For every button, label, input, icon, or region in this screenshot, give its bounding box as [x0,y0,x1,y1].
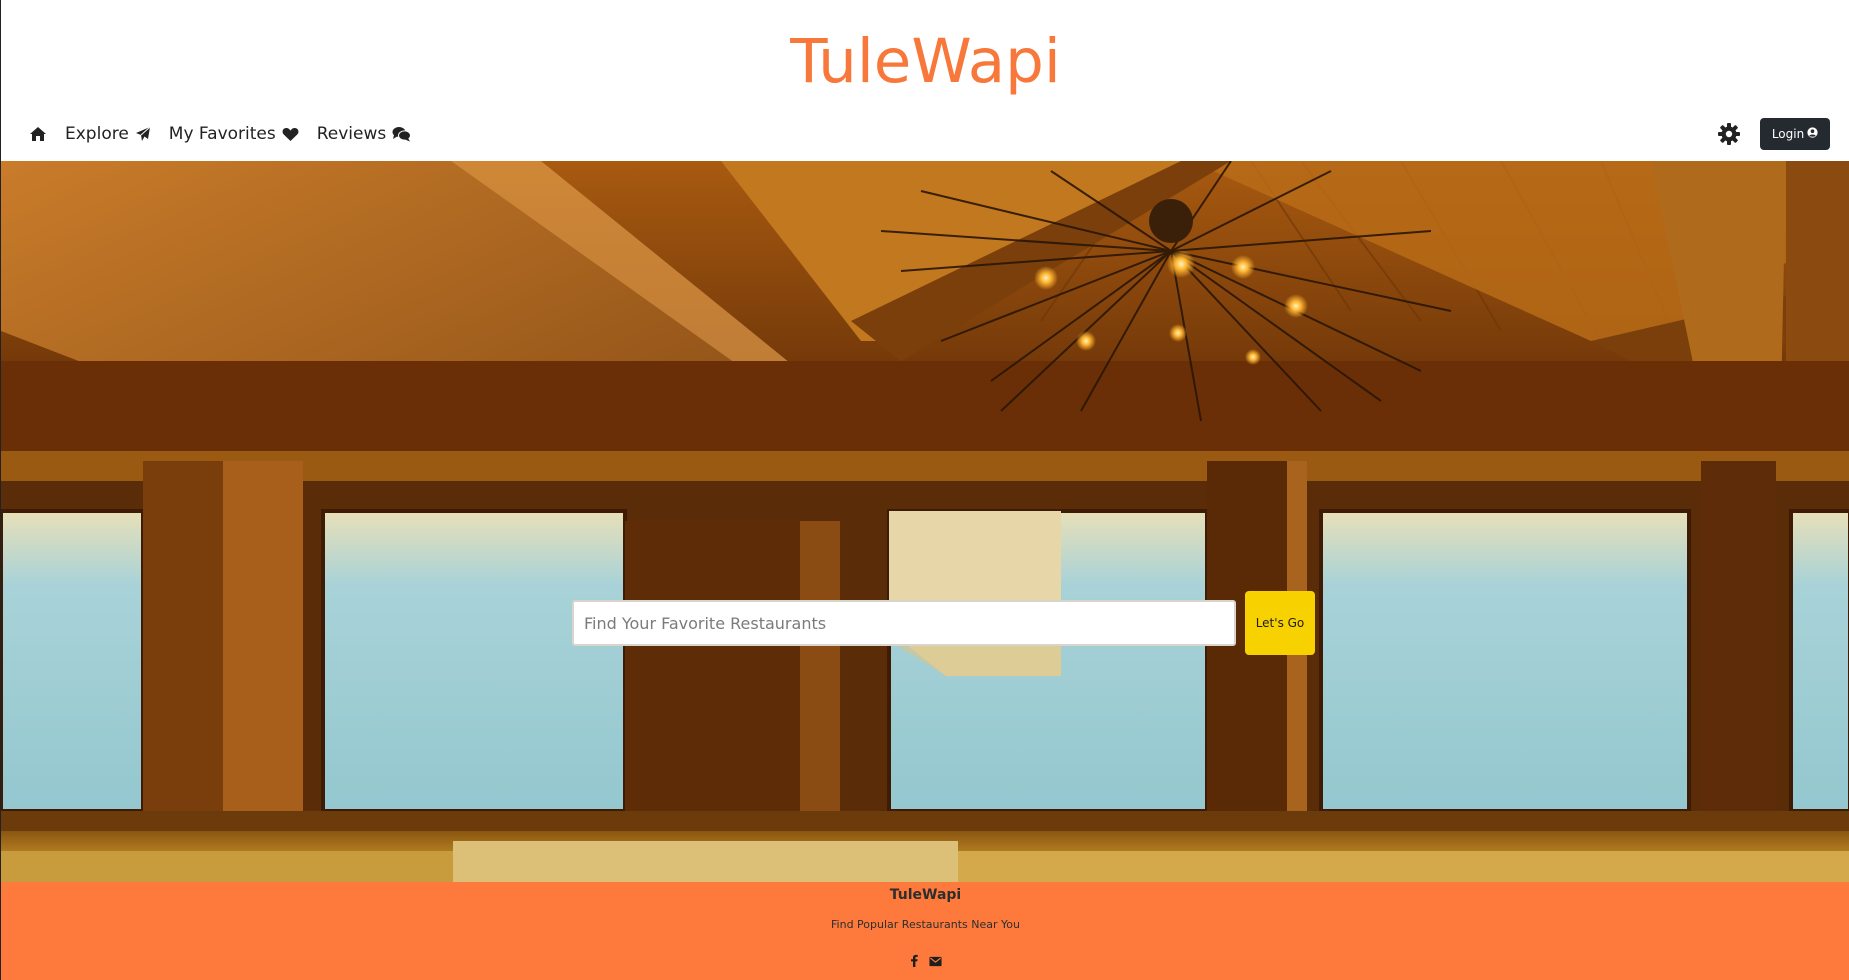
nav-item-favorites[interactable]: My Favorites [169,124,299,144]
site-brand[interactable]: TuleWapi [1,20,1849,104]
page: TuleWapi Explore My Favorites Reviews Lo… [0,0,1849,980]
paper-plane-icon [135,126,151,142]
home-icon [29,126,47,142]
heart-icon [282,127,299,142]
user-circle-icon [1807,127,1818,141]
envelope-icon[interactable] [929,952,942,971]
login-label: Login [1771,127,1805,141]
comments-icon [392,126,412,142]
lets-go-button[interactable]: Let's Go [1245,591,1315,655]
footer-tagline: Find Popular Restaurants Near You [831,918,1020,931]
footer-social-links [1,952,1849,971]
nav-item-reviews[interactable]: Reviews [317,124,412,144]
main-nav: Explore My Favorites Reviews [29,118,429,150]
nav-item-home[interactable] [29,126,47,142]
site-header: TuleWapi Explore My Favorites Reviews Lo… [1,0,1849,161]
facebook-icon[interactable] [909,952,919,971]
site-footer: TuleWapi Find Popular Restaurants Near Y… [1,882,1849,980]
login-button[interactable]: Login [1760,118,1830,150]
hero-background-image [1,161,1849,882]
nav-item-explore[interactable]: Explore [65,124,151,144]
nav-item-label: My Favorites [168,124,276,144]
nav-item-label: Reviews [316,124,387,144]
hero-section: Let's Go [1,161,1849,882]
nav-item-label: Explore [65,124,129,144]
footer-title: TuleWapi [889,887,962,903]
search-input[interactable] [572,600,1236,646]
gear-icon[interactable] [1717,122,1741,146]
